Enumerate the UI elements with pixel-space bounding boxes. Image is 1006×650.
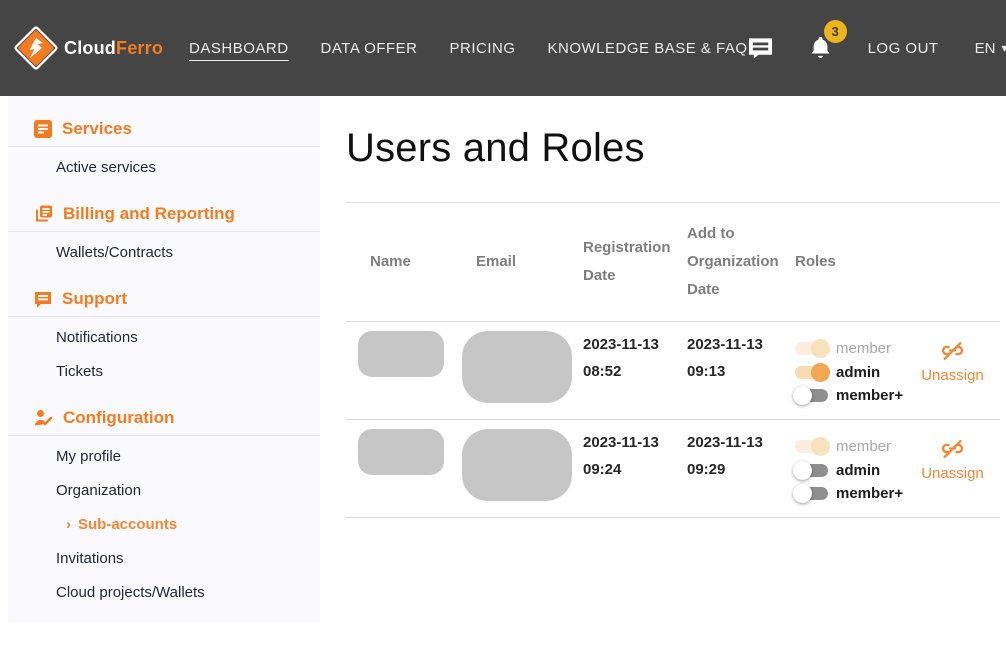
email-placeholder: [462, 331, 572, 403]
table-header-row: Name Email Registration Date Add to Orga…: [346, 203, 1000, 322]
role-toggle-member-plus[interactable]: member+: [795, 482, 905, 506]
role-toggle-member[interactable]: member: [795, 337, 905, 361]
sidebar-item-organization[interactable]: Organization: [8, 474, 320, 508]
nav-knowledge-base[interactable]: KNOWLEDGE BASE & FAQ: [548, 40, 748, 57]
chat-bubble-icon: [34, 290, 52, 308]
sidebar-item-wallets-contracts[interactable]: Wallets/Contracts: [8, 236, 320, 270]
unlink-icon: [939, 337, 966, 364]
section-title: Configuration: [63, 408, 174, 428]
cloudferro-logo-icon: [12, 24, 60, 72]
toggle-switch[interactable]: [795, 464, 828, 477]
page-title: Users and Roles: [346, 126, 1000, 171]
role-toggle-member[interactable]: member: [795, 435, 905, 459]
role-label: member+: [836, 485, 903, 502]
section-title: Services: [62, 119, 132, 139]
main-navigation: DASHBOARD DATA OFFER PRICING KNOWLEDGE B…: [189, 40, 748, 57]
unlink-icon: [939, 435, 966, 462]
user-edit-icon: [34, 409, 53, 427]
role-toggle-admin[interactable]: admin: [795, 459, 905, 483]
toggle-switch[interactable]: [795, 440, 828, 453]
role-toggle-admin[interactable]: admin: [795, 361, 905, 385]
chevron-right-icon: ›: [66, 516, 71, 534]
name-placeholder: [358, 331, 444, 377]
navbar-actions: 3 LOG OUT EN ▾: [748, 35, 1006, 61]
col-header-registration-date: Registration Date: [583, 234, 687, 290]
sidebar-item-label: Sub-accounts: [78, 516, 177, 534]
registration-date: 2023-11-13 09:24: [583, 429, 687, 483]
unassign-button[interactable]: Unassign: [921, 435, 984, 482]
col-header-name: Name: [346, 248, 462, 276]
sidebar-section-services: Services: [8, 112, 320, 146]
cloudferro-logo[interactable]: CloudFerro: [12, 24, 163, 72]
registration-date: 2023-11-13 08:52: [583, 331, 687, 385]
document-list-icon: [34, 120, 52, 138]
role-label: member+: [836, 387, 903, 404]
toggle-switch[interactable]: [795, 342, 828, 355]
col-header-email: Email: [462, 248, 583, 276]
users-table: Name Email Registration Date Add to Orga…: [346, 203, 1000, 518]
role-label: member: [836, 438, 891, 455]
nav-pricing[interactable]: PRICING: [450, 40, 516, 57]
sidebar-section-configuration: Configuration: [8, 401, 320, 435]
roles-cell: member admin member+: [795, 337, 905, 408]
sidebar-item-tickets[interactable]: Tickets: [8, 355, 320, 389]
sidebar-item-notifications[interactable]: Notifications: [8, 321, 320, 355]
notification-badge: 3: [824, 20, 847, 43]
sidebar-item-cloud-projects-wallets[interactable]: Cloud projects/Wallets: [8, 576, 320, 610]
sidebar-item-sub-accounts[interactable]: › Sub-accounts: [8, 508, 320, 542]
role-label: admin: [836, 364, 880, 381]
section-title: Billing and Reporting: [63, 204, 235, 224]
sidebar: Services Active services Billing and Rep…: [8, 96, 320, 622]
main-content: Users and Roles Name Email Registration …: [320, 96, 1006, 650]
top-navbar: CloudFerro DASHBOARD DATA OFFER PRICING …: [0, 0, 1006, 96]
unassign-label: Unassign: [921, 367, 984, 384]
sidebar-section-billing: Billing and Reporting: [8, 197, 320, 231]
messages-icon[interactable]: [748, 36, 773, 60]
unassign-label: Unassign: [921, 465, 984, 482]
toggle-switch[interactable]: [795, 487, 828, 500]
section-title: Support: [62, 289, 127, 309]
user-row: 2023-11-13 08:52 2023-11-13 09:13 member…: [346, 322, 1000, 420]
nav-data-offer[interactable]: DATA OFFER: [321, 40, 418, 57]
role-label: admin: [836, 462, 880, 479]
toggle-switch[interactable]: [795, 389, 828, 402]
sidebar-item-active-services[interactable]: Active services: [8, 151, 320, 185]
documents-stack-icon: [34, 205, 53, 223]
sidebar-item-my-profile[interactable]: My profile: [8, 440, 320, 474]
sidebar-section-support: Support: [8, 282, 320, 316]
user-row: 2023-11-13 09:24 2023-11-13 09:29 member…: [346, 420, 1000, 518]
notifications-bell[interactable]: 3: [809, 35, 832, 61]
sidebar-item-invitations[interactable]: Invitations: [8, 542, 320, 576]
language-label: EN: [975, 40, 996, 57]
brand-name: CloudFerro: [64, 38, 163, 59]
nav-dashboard[interactable]: DASHBOARD: [189, 40, 289, 57]
toggle-switch[interactable]: [795, 366, 828, 379]
caret-down-icon: ▾: [1001, 41, 1006, 55]
add-to-organization-date: 2023-11-13 09:29: [687, 429, 795, 483]
role-label: member: [836, 340, 891, 357]
role-toggle-member-plus[interactable]: member+: [795, 384, 905, 408]
unassign-button[interactable]: Unassign: [921, 337, 984, 384]
col-header-roles: Roles: [795, 248, 905, 276]
email-placeholder: [462, 429, 572, 501]
name-placeholder: [358, 429, 444, 475]
col-header-add-to-organization-date: Add to Organization Date: [687, 220, 795, 304]
logout-button[interactable]: LOG OUT: [868, 40, 939, 57]
language-selector[interactable]: EN ▾: [975, 40, 1006, 57]
add-to-organization-date: 2023-11-13 09:13: [687, 331, 795, 385]
roles-cell: member admin member+: [795, 435, 905, 506]
